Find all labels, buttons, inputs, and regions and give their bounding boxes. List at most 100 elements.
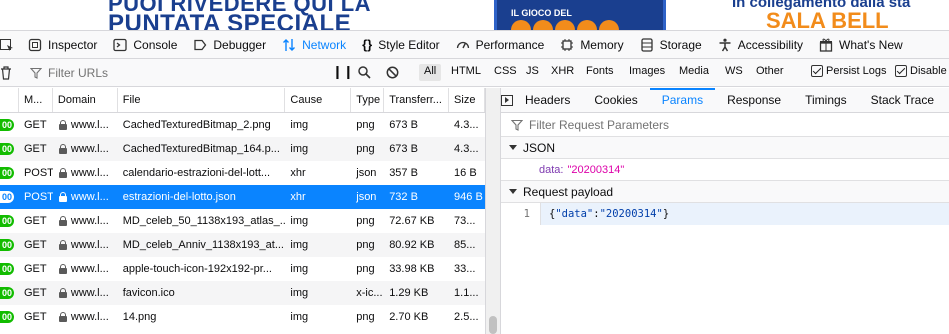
search-icon[interactable]: [358, 66, 371, 79]
table-row[interactable]: 00 POST www.l... calendario-estrazioni-del-…: [0, 161, 485, 185]
cell-size: 946 B: [454, 191, 483, 203]
json-property-row: data: "20200314": [501, 159, 949, 181]
cell-type: png: [356, 119, 375, 131]
tab-memory-label: Memory: [580, 37, 624, 52]
json-key: data:: [539, 163, 564, 176]
column-status[interactable]: [0, 88, 19, 112]
pick-element-button[interactable]: [0, 31, 20, 59]
column-cause[interactable]: Cause: [285, 88, 352, 112]
cell-file: apple-touch-icon-192x192-pr...: [122, 263, 272, 275]
type-filter-html[interactable]: HTML: [446, 64, 486, 81]
debugger-icon: [194, 39, 207, 50]
tab-accessibility-label: Accessibility: [737, 37, 804, 52]
tab-response[interactable]: Response: [715, 88, 793, 112]
type-filter-images[interactable]: Images: [624, 64, 670, 81]
status-badge: 00: [0, 143, 14, 155]
tab-stack-trace[interactable]: Stack Trace: [859, 88, 946, 112]
status-badge: 00: [0, 119, 14, 131]
type-filter-other[interactable]: Other: [751, 64, 789, 81]
table-row[interactable]: 00 GET www.l... CachedTexturedBitmap_164.p.…: [0, 137, 485, 161]
table-row[interactable]: 00 GET www.l... 14.png img png 2.70 KB 2.5...: [0, 305, 485, 329]
type-filter-ws[interactable]: WS: [720, 64, 748, 81]
tab-style-editor[interactable]: {} Style Editor: [354, 31, 447, 59]
cell-transferred: 673 B: [389, 143, 418, 155]
request-details-panel: Headers Cookies Params Response Timings …: [500, 88, 949, 334]
block-requests-icon[interactable]: [386, 66, 399, 79]
toggle-sidebar-button[interactable]: [501, 88, 513, 112]
cell-size: 2.5...: [454, 311, 479, 323]
column-size[interactable]: Size: [449, 88, 485, 112]
tab-params[interactable]: Params: [650, 88, 715, 112]
domain-text: www.l...: [70, 287, 109, 299]
table-row[interactable]: 00 GET www.l... MD_celeb_50_1138x193_atlas_…: [0, 209, 485, 233]
status-badge: 00: [0, 239, 14, 251]
banner-right-text: In collegamento dalla sta SALA BELL: [732, 0, 910, 30]
requests-scrollbar[interactable]: [486, 88, 500, 334]
tab-memory[interactable]: Memory: [552, 31, 631, 59]
filter-params-input[interactable]: Filter Request Parameters: [501, 113, 949, 137]
tab-performance[interactable]: Performance: [448, 31, 553, 59]
lock-icon: [58, 216, 67, 227]
pick-element-icon: [0, 38, 13, 51]
clear-requests-icon[interactable]: [0, 66, 12, 80]
disable-cache-checkbox[interactable]: Disable: [895, 65, 947, 78]
cell-type: png: [356, 263, 375, 275]
cell-cause: xhr: [290, 167, 306, 179]
persist-logs-checkbox[interactable]: Persist Logs: [811, 65, 887, 78]
tab-accessibility[interactable]: Accessibility: [710, 31, 811, 59]
tab-cookies[interactable]: Cookies: [582, 88, 649, 112]
type-filter-media[interactable]: Media: [674, 64, 714, 81]
lock-icon: [58, 120, 67, 131]
status-badge: 00: [0, 311, 14, 323]
sidebar-toggle-icon: [501, 94, 513, 106]
filter-icon: [511, 119, 523, 131]
request-payload-section-header[interactable]: Request payload: [501, 181, 949, 203]
domain-text: www.l...: [70, 191, 109, 203]
tab-timings[interactable]: Timings: [793, 88, 859, 112]
column-method[interactable]: M...: [19, 88, 53, 112]
memory-icon: [561, 38, 574, 51]
domain-text: www.l...: [70, 119, 109, 131]
banner-right-line-2: SALA BELL: [766, 8, 889, 31]
tab-storage[interactable]: Storage: [632, 31, 710, 59]
lock-icon: [58, 312, 67, 323]
pause-icon[interactable]: ❙❙: [332, 64, 354, 80]
type-filter-fonts[interactable]: Fonts: [581, 64, 619, 81]
table-row[interactable]: 00 GET www.l... MD_celeb_Anniv_1138x193_at.…: [0, 233, 485, 257]
tab-whats-new[interactable]: What's New: [811, 31, 911, 59]
column-domain[interactable]: Domain: [53, 88, 118, 112]
cell-cause: img: [290, 215, 309, 227]
cell-transferred: 1.29 KB: [389, 287, 429, 299]
scrollbar-thumb[interactable]: [489, 316, 497, 334]
tab-console[interactable]: Console: [105, 31, 185, 59]
cell-type: png: [356, 143, 375, 155]
type-filter-js[interactable]: JS: [521, 64, 544, 81]
column-file[interactable]: File: [118, 88, 286, 112]
tab-inspector[interactable]: Inspector: [20, 31, 105, 59]
cell-domain: www.l...: [53, 239, 118, 251]
cell-cause: img: [290, 143, 309, 155]
tab-debugger[interactable]: Debugger: [185, 31, 274, 59]
cell-method: GET: [23, 287, 47, 299]
tab-headers[interactable]: Headers: [513, 88, 582, 112]
filter-icon: [30, 67, 42, 79]
table-row[interactable]: 00 GET www.l... favicon.ico img x-ic... 1.29 K…: [0, 281, 485, 305]
tab-network[interactable]: Network: [274, 31, 354, 59]
column-transferred[interactable]: Transferr...: [384, 88, 450, 112]
type-filter-xhr[interactable]: XHR: [546, 64, 579, 81]
cell-type: png: [356, 215, 375, 227]
type-filter-all[interactable]: All: [419, 64, 442, 81]
type-filter-css[interactable]: CSS: [489, 64, 522, 81]
json-section-header[interactable]: JSON: [501, 137, 949, 159]
table-row[interactable]: 00 GET www.l... CachedTexturedBitmap_2.png i…: [0, 113, 485, 137]
cell-method: POST: [23, 191, 53, 203]
cell-status: 00: [0, 311, 19, 323]
filter-urls-input[interactable]: Filter URLs: [24, 59, 324, 86]
table-row[interactable]: 00 GET www.l... apple-touch-icon-192x192-pr…: [0, 257, 485, 281]
cell-file: MD_celeb_Anniv_1138x193_at...: [122, 239, 284, 251]
table-row[interactable]: 00 POST www.l... estrazioni-del-lotto.json x…: [0, 185, 485, 209]
cell-method: GET: [23, 263, 47, 275]
cell-file: MD_celeb_50_1138x193_atlas_...: [122, 215, 286, 227]
inspector-icon: [28, 38, 42, 51]
column-type[interactable]: Type: [351, 88, 385, 112]
